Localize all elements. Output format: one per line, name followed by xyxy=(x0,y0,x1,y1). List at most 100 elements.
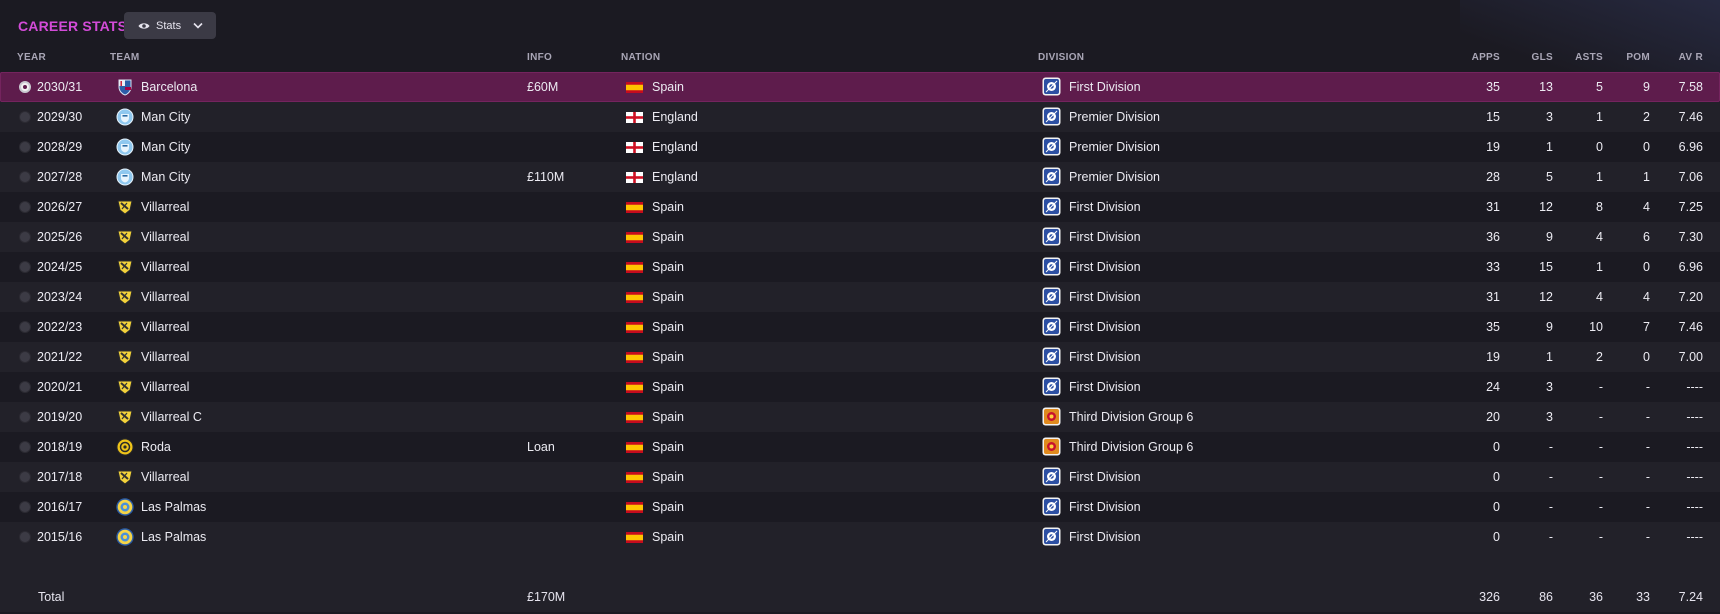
row-nation-link[interactable]: Spain xyxy=(652,522,684,552)
row-pom: 2 xyxy=(1643,110,1650,124)
row-division-link[interactable]: First Division xyxy=(1069,72,1141,102)
row-division-link[interactable]: First Division xyxy=(1069,522,1141,552)
column-header-team[interactable]: TEAM xyxy=(110,52,140,66)
row-select-radio[interactable] xyxy=(19,471,31,483)
row-team-link[interactable]: Villarreal xyxy=(141,222,189,252)
row-select-radio[interactable] xyxy=(19,201,31,213)
row-select-radio[interactable] xyxy=(19,141,31,153)
column-header-pom[interactable]: POM xyxy=(1610,52,1650,66)
row-team-link[interactable]: Villarreal C xyxy=(141,402,202,432)
table-row[interactable]: 2016/17 Las Palmas Spain First Division 0- - -… xyxy=(0,492,1720,522)
row-select-radio[interactable] xyxy=(19,381,31,393)
row-select-radio[interactable] xyxy=(19,261,31,273)
row-select-radio[interactable] xyxy=(19,321,31,333)
row-division-link[interactable]: First Division xyxy=(1069,252,1141,282)
row-nation-link[interactable]: Spain xyxy=(652,432,684,462)
total-pom: 33 xyxy=(1636,590,1650,604)
row-select-radio[interactable] xyxy=(19,231,31,243)
row-nation-link[interactable]: Spain xyxy=(652,192,684,222)
column-header-apps[interactable]: APPS xyxy=(1460,52,1500,66)
row-pom: 7 xyxy=(1643,320,1650,334)
row-division-link[interactable]: First Division xyxy=(1069,222,1141,252)
column-header-gls[interactable]: GLS xyxy=(1510,52,1553,66)
table-row[interactable]: 2024/25 Villarreal Spain First Division 33 15… xyxy=(0,252,1720,282)
column-header-nation[interactable]: NATION xyxy=(621,52,660,66)
column-header-info[interactable]: INFO xyxy=(527,52,552,66)
row-nation-link[interactable]: Spain xyxy=(652,312,684,342)
row-team-link[interactable]: Roda xyxy=(141,432,171,462)
table-row[interactable]: 2023/24 Villarreal Spain First Division 31 12… xyxy=(0,282,1720,312)
row-team-link[interactable]: Barcelona xyxy=(141,72,197,102)
row-select-radio[interactable] xyxy=(19,111,31,123)
row-division-link[interactable]: Third Division Group 6 xyxy=(1069,432,1193,462)
row-nation-link[interactable]: Spain xyxy=(652,342,684,372)
row-team-link[interactable]: Villarreal xyxy=(141,252,189,282)
table-row[interactable]: 2026/27 Villarreal Spain First Division 31 12… xyxy=(0,192,1720,222)
row-division-link[interactable]: Premier Division xyxy=(1069,162,1160,192)
row-nation-link[interactable]: England xyxy=(652,162,698,192)
row-select-radio[interactable] xyxy=(19,531,31,543)
row-division-link[interactable]: First Division xyxy=(1069,192,1141,222)
row-apps: 31 xyxy=(1486,200,1500,214)
row-team-link[interactable]: Villarreal xyxy=(141,282,189,312)
row-team-link[interactable]: Las Palmas xyxy=(141,522,206,552)
row-team-link[interactable]: Man City xyxy=(141,132,190,162)
row-division-link[interactable]: First Division xyxy=(1069,372,1141,402)
row-nation-link[interactable]: Spain xyxy=(652,402,684,432)
row-select-radio[interactable] xyxy=(19,351,31,363)
row-nation-link[interactable]: England xyxy=(652,102,698,132)
total-label: Total xyxy=(38,590,65,604)
table-row[interactable]: 2030/31 Barcelona £60M Spain First Division 3… xyxy=(0,72,1720,102)
row-apps: 19 xyxy=(1486,350,1500,364)
row-division-link[interactable]: First Division xyxy=(1069,492,1141,522)
row-select-radio[interactable] xyxy=(19,171,31,183)
table-row[interactable]: 2019/20 Villarreal C Spain Third Division G… xyxy=(0,402,1720,432)
row-division-link[interactable]: Third Division Group 6 xyxy=(1069,402,1193,432)
row-team-link[interactable]: Villarreal xyxy=(141,342,189,372)
row-division-link[interactable]: Premier Division xyxy=(1069,132,1160,162)
row-nation-link[interactable]: Spain xyxy=(652,462,684,492)
row-nation-link[interactable]: Spain xyxy=(652,252,684,282)
row-team-link[interactable]: Villarreal xyxy=(141,372,189,402)
table-row[interactable]: 2025/26 Villarreal Spain First Division 36 9 4… xyxy=(0,222,1720,252)
column-header-avr[interactable]: AV R xyxy=(1660,52,1703,66)
table-row[interactable]: 2021/22 Villarreal Spain First Division 19 1 2… xyxy=(0,342,1720,372)
column-header-year[interactable]: YEAR xyxy=(17,52,46,66)
row-avr: 7.00 xyxy=(1678,350,1703,364)
row-team-link[interactable]: Las Palmas xyxy=(141,492,206,522)
view-selector-button[interactable]: Stats xyxy=(124,12,216,39)
row-team-link[interactable]: Man City xyxy=(141,162,190,192)
table-row[interactable]: 2027/28 Man City £110M England Premier Divis… xyxy=(0,162,1720,192)
row-nation-link[interactable]: Spain xyxy=(652,372,684,402)
row-select-radio[interactable] xyxy=(19,291,31,303)
column-header-division[interactable]: DIVISION xyxy=(1038,52,1084,66)
table-row[interactable]: 2018/19 Roda Loan Spain Third Division Group… xyxy=(0,432,1720,462)
row-division-link[interactable]: First Division xyxy=(1069,462,1141,492)
row-select-radio[interactable] xyxy=(19,501,31,513)
table-row[interactable]: 2017/18 Villarreal Spain First Division 0- - -… xyxy=(0,462,1720,492)
table-row[interactable]: 2020/21 Villarreal Spain First Division 24 3 -… xyxy=(0,372,1720,402)
row-nation-link[interactable]: England xyxy=(652,132,698,162)
row-team-link[interactable]: Man City xyxy=(141,102,190,132)
row-division-link[interactable]: First Division xyxy=(1069,312,1141,342)
row-division-link[interactable]: First Division xyxy=(1069,282,1141,312)
row-team-link[interactable]: Villarreal xyxy=(141,192,189,222)
table-row[interactable]: 2015/16 Las Palmas Spain First Division 0- - -… xyxy=(0,522,1720,552)
table-row[interactable]: 2022/23 Villarreal Spain First Division 35 9 1… xyxy=(0,312,1720,342)
table-row[interactable]: 2028/29 Man City England Premier Division 19… xyxy=(0,132,1720,162)
row-year: 2023/24 xyxy=(37,290,83,304)
row-select-radio[interactable] xyxy=(19,411,31,423)
row-team-link[interactable]: Villarreal xyxy=(141,462,189,492)
row-division-link[interactable]: Premier Division xyxy=(1069,102,1160,132)
row-nation-link[interactable]: Spain xyxy=(652,282,684,312)
row-select-radio[interactable] xyxy=(19,441,31,453)
row-nation-link[interactable]: Spain xyxy=(652,492,684,522)
row-nation-link[interactable]: Spain xyxy=(652,222,684,252)
column-header-asts[interactable]: ASTS xyxy=(1560,52,1603,66)
row-info: Loan xyxy=(527,440,555,454)
row-team-link[interactable]: Villarreal xyxy=(141,312,189,342)
row-division-link[interactable]: First Division xyxy=(1069,342,1141,372)
table-row[interactable]: 2029/30 Man City England Premier Division 15… xyxy=(0,102,1720,132)
row-nation-link[interactable]: Spain xyxy=(652,72,684,102)
row-select-radio[interactable] xyxy=(19,81,31,93)
